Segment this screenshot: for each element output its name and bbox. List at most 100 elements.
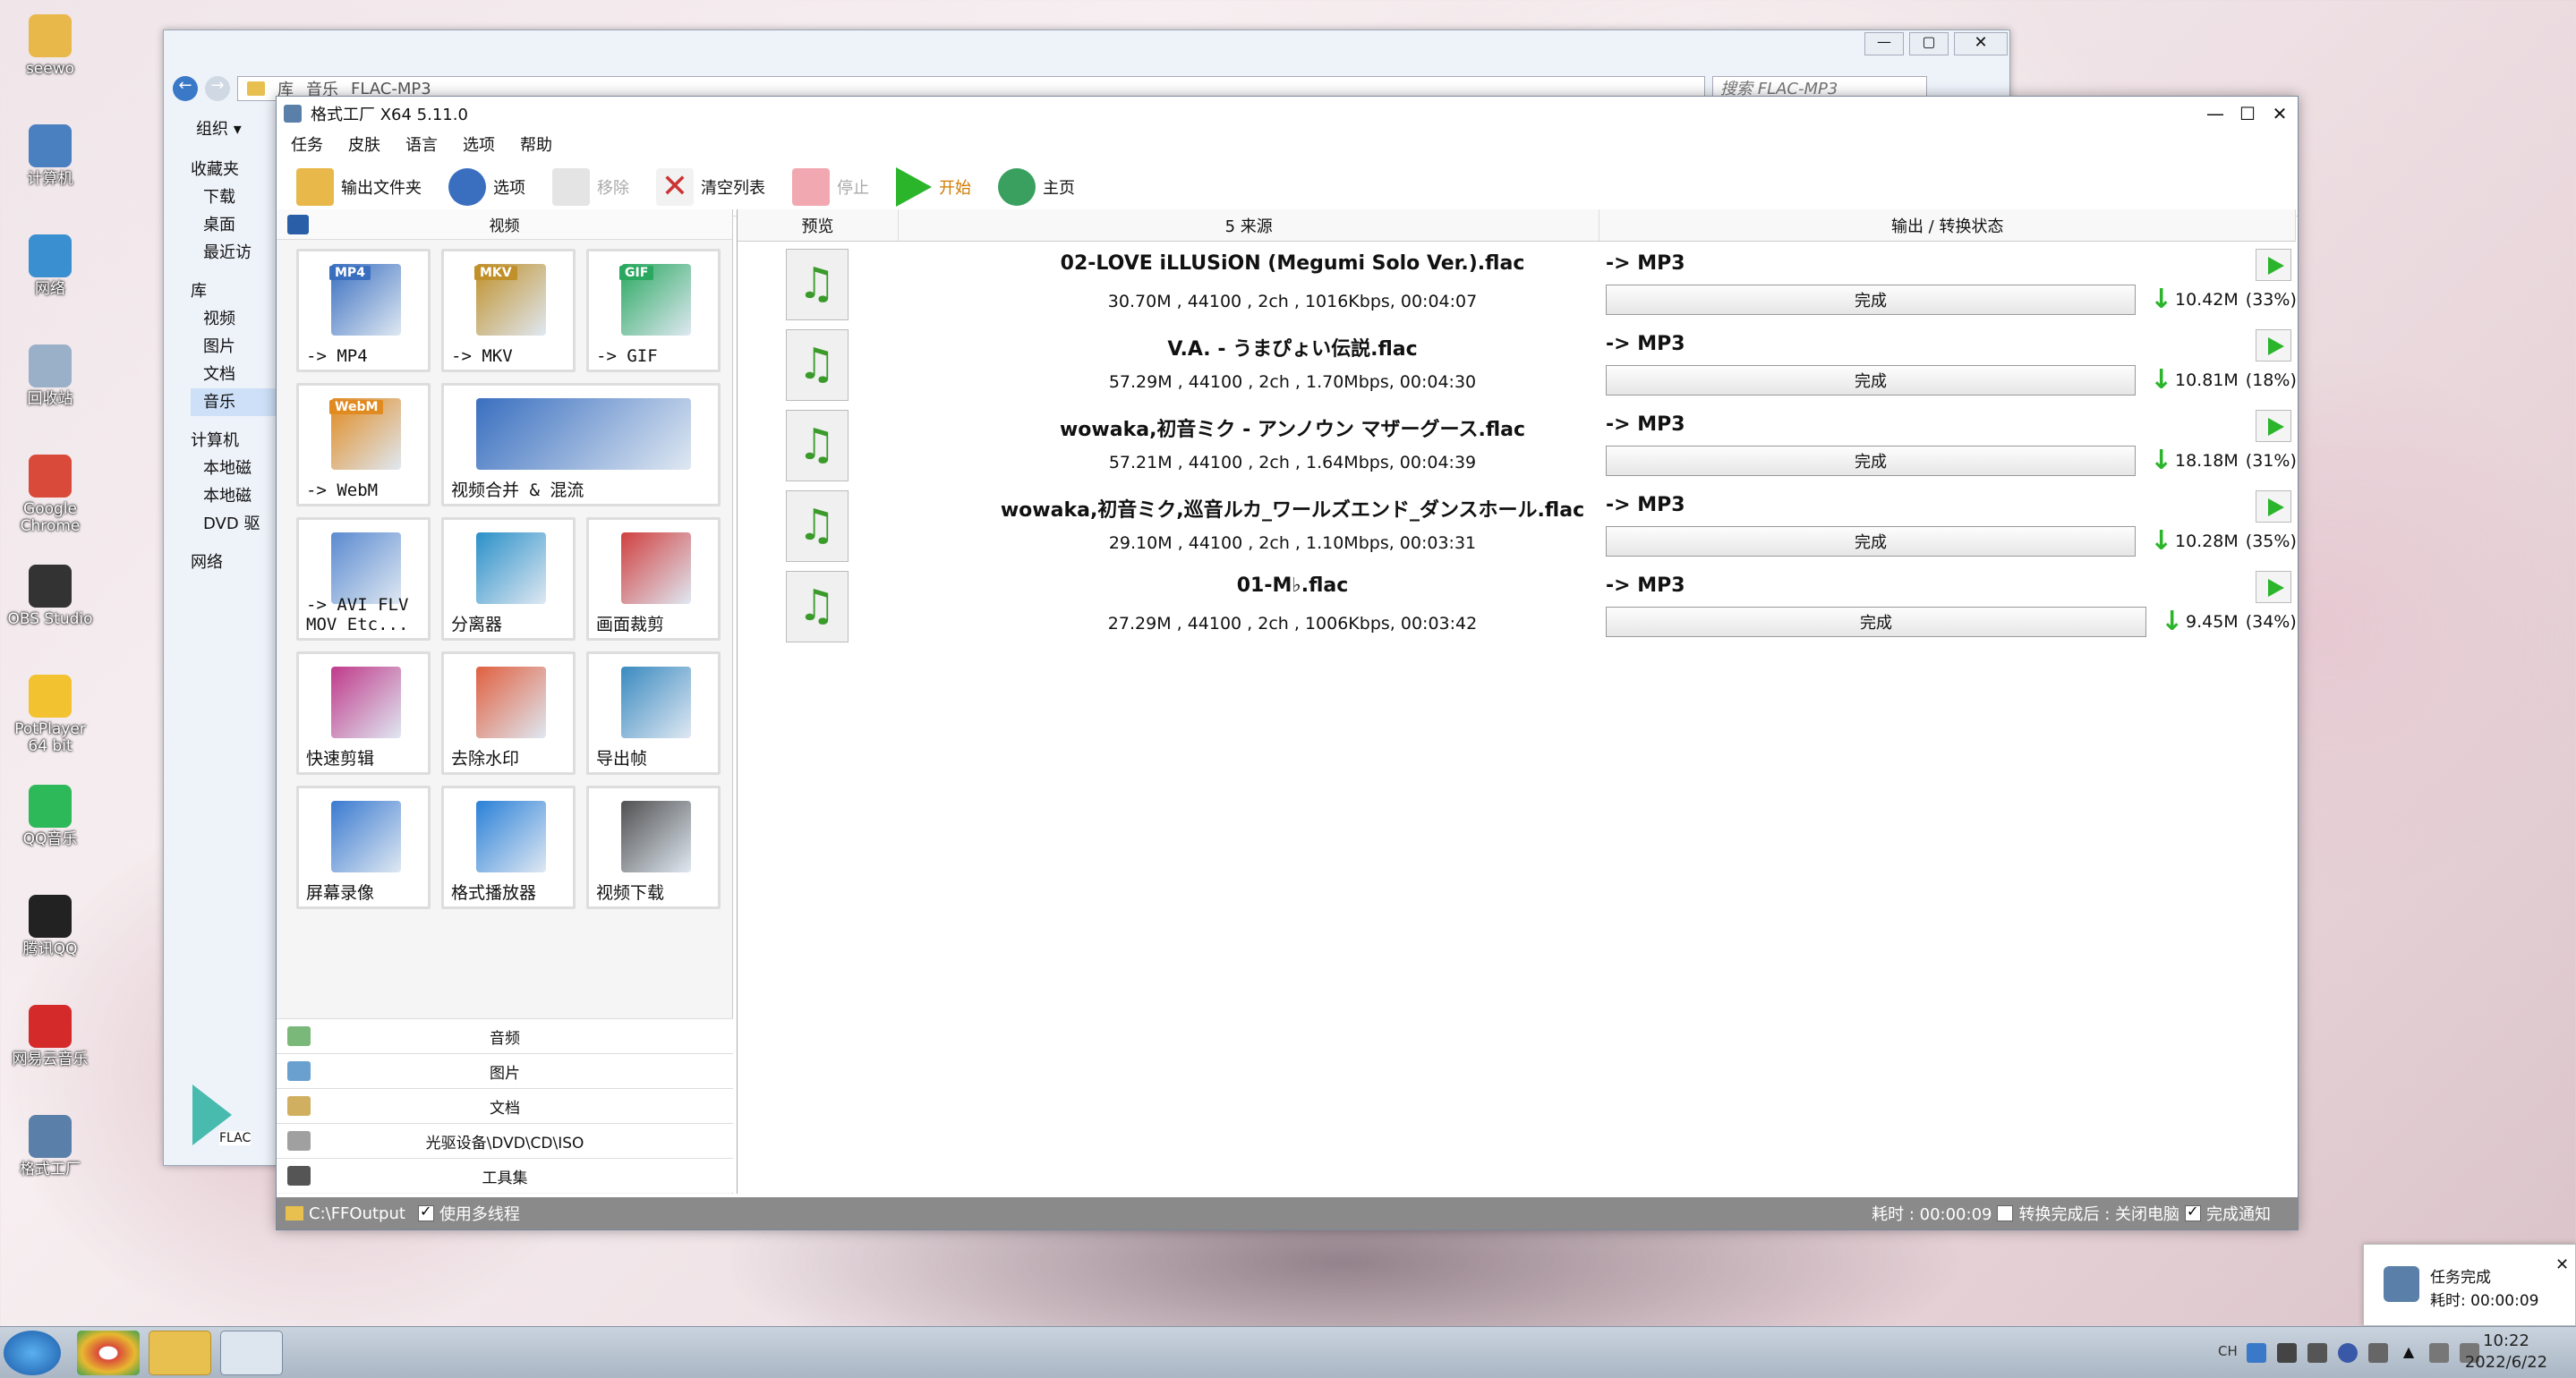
nav-item[interactable]: 计算机: [191, 427, 280, 455]
table-row[interactable]: wowaka,初音ミク,巡音ルカ_ワールズエンド_ダンスホール.flac 29.1…: [738, 487, 2297, 567]
close-icon[interactable]: ✕: [2555, 1255, 2569, 1274]
menu-item[interactable]: 任务: [291, 132, 323, 156]
output-path[interactable]: C:\FFOutput: [309, 1204, 405, 1223]
desktop-icon[interactable]: 格式工厂: [5, 1115, 95, 1178]
close-button[interactable]: ✕: [1954, 32, 2008, 55]
desktop-icon[interactable]: Google Chrome: [5, 455, 95, 535]
tile-5[interactable]: -> AVI FLV MOV Etc...: [296, 517, 431, 641]
table-row[interactable]: V.A. - うまぴょい伝説.flac 57.29M , 44100 , 2ch …: [738, 326, 2297, 406]
tile-9[interactable]: 去除水印: [441, 651, 576, 775]
maximize-button[interactable]: ▢: [1909, 32, 1949, 55]
clock[interactable]: 10:22 2022/6/22: [2452, 1331, 2560, 1374]
tile-label: 视频下载: [596, 883, 665, 903]
start-button[interactable]: [4, 1331, 61, 1375]
desktop-icon[interactable]: 网络: [5, 234, 95, 298]
video-section-header[interactable]: 视频: [277, 209, 732, 240]
tile-0[interactable]: MP4 -> MP4: [296, 249, 431, 372]
desktop-icon[interactable]: OBS Studio: [5, 565, 95, 628]
help-icon[interactable]: [2338, 1343, 2358, 1363]
tile-8[interactable]: 快速剪辑: [296, 651, 431, 775]
nav-item[interactable]: 本地磁: [191, 455, 280, 482]
play-button[interactable]: [2256, 571, 2291, 603]
maximize-button[interactable]: ☐: [2230, 97, 2265, 131]
table-row[interactable]: wowaka,初音ミク - アンノウン マザーグース.flac 57.21M , …: [738, 406, 2297, 487]
desktop-icon[interactable]: seewo: [5, 14, 95, 78]
settings-icon[interactable]: [2368, 1343, 2388, 1363]
play-button[interactable]: [2256, 329, 2291, 362]
category-item[interactable]: 光驱设备\DVD\CD\ISO: [277, 1123, 733, 1158]
chevron-up-icon[interactable]: ▲: [2399, 1343, 2418, 1363]
tile-10[interactable]: 导出帧: [586, 651, 721, 775]
desktop-icon[interactable]: 回收站: [5, 344, 95, 408]
play-button[interactable]: [2256, 249, 2291, 281]
remove-button[interactable]: 移除: [542, 163, 640, 211]
options-button[interactable]: 选项: [438, 163, 536, 211]
tile-1[interactable]: MKV -> MKV: [441, 249, 576, 372]
tile-7[interactable]: 画面裁剪: [586, 517, 721, 641]
forward-button[interactable]: →: [205, 76, 230, 101]
search-icon[interactable]: [2247, 1343, 2266, 1363]
close-button[interactable]: ✕: [2262, 97, 2298, 131]
tile-11[interactable]: 屏幕录像: [296, 786, 431, 909]
play-button[interactable]: [2256, 490, 2291, 523]
play-button[interactable]: [2256, 410, 2291, 442]
header-source[interactable]: 5 来源: [899, 209, 1600, 241]
lang-indicator[interactable]: CH: [2218, 1343, 2238, 1359]
ime-icon[interactable]: [2277, 1343, 2297, 1363]
table-row[interactable]: 01-M♭.flac 27.29M , 44100 , 2ch , 1006Kbp…: [738, 567, 2297, 648]
shutdown-checkbox[interactable]: [1997, 1205, 2014, 1221]
desktop-icon[interactable]: PotPlayer 64 bit: [5, 675, 95, 755]
nav-item[interactable]: 图片: [191, 333, 280, 361]
tile-12[interactable]: 格式播放器: [441, 786, 576, 909]
nav-item[interactable]: 下载: [191, 183, 280, 211]
nav-item[interactable]: 文档: [191, 361, 280, 388]
desktop-icon[interactable]: 计算机: [5, 124, 95, 188]
tile-13[interactable]: 视频下载: [586, 786, 721, 909]
stop-button[interactable]: 停止: [781, 163, 880, 211]
chrome-taskbar-icon[interactable]: [77, 1331, 140, 1375]
nav-item[interactable]: 桌面: [191, 211, 280, 239]
explorer-taskbar-icon[interactable]: [149, 1331, 211, 1375]
header-preview[interactable]: 预览: [738, 209, 899, 241]
back-button[interactable]: ←: [173, 76, 198, 101]
nav-item[interactable]: 网络: [191, 549, 280, 576]
table-row[interactable]: 02-LOVE iLLUSiON (Megumi Solo Ver.).flac…: [738, 245, 2297, 326]
header-output[interactable]: 输出 / 转换状态: [1599, 209, 2296, 241]
display-icon[interactable]: [2429, 1343, 2449, 1363]
menu-item[interactable]: 选项: [463, 132, 495, 156]
tile-4[interactable]: 视频合并 & 混流: [441, 383, 721, 506]
multithread-checkbox[interactable]: [417, 1203, 434, 1221]
category-item[interactable]: 音频: [277, 1018, 733, 1053]
minimize-button[interactable]: —: [2197, 97, 2233, 131]
menu-item[interactable]: 皮肤: [348, 132, 380, 156]
desktop-icon[interactable]: 腾讯QQ: [5, 895, 95, 958]
clear-list-button[interactable]: ✕ 清空列表: [645, 163, 776, 211]
notify-checkbox[interactable]: [2185, 1203, 2201, 1221]
menu-item[interactable]: 语言: [405, 132, 438, 156]
nav-item[interactable]: 收藏夹: [191, 156, 280, 183]
nav-item[interactable]: 本地磁: [191, 482, 280, 510]
category-item[interactable]: 工具集: [277, 1158, 733, 1193]
menu-item[interactable]: 帮助: [520, 132, 552, 156]
start-button[interactable]: 开始: [885, 163, 982, 211]
notification-toast[interactable]: 任务完成 耗时: 00:00:09 ✕: [2363, 1244, 2576, 1326]
category-item[interactable]: 文档: [277, 1088, 733, 1123]
tile-2[interactable]: GIF -> GIF: [586, 249, 721, 372]
nav-item[interactable]: DVD 驱: [191, 510, 280, 538]
category-item[interactable]: 图片: [277, 1053, 733, 1088]
organize-button[interactable]: 组织 ▾: [196, 116, 242, 140]
nav-item[interactable]: 音乐: [191, 388, 280, 416]
nav-item[interactable]: 视频: [191, 305, 280, 333]
nav-item[interactable]: 库: [191, 277, 280, 305]
format-factory-window[interactable]: 格式工厂 X64 5.11.0 — ☐ ✕ 任务 皮肤 语言 选项 帮助 输出文件夹 选…: [276, 96, 2299, 1230]
nav-item[interactable]: 最近访: [191, 239, 280, 267]
tile-6[interactable]: 分离器: [441, 517, 576, 641]
format-factory-taskbar-icon[interactable]: [220, 1331, 283, 1375]
home-button[interactable]: 主页: [987, 163, 1086, 211]
desktop-icon[interactable]: QQ音乐: [5, 785, 95, 848]
network-icon[interactable]: [2307, 1343, 2327, 1363]
output-folder-button[interactable]: 输出文件夹: [286, 163, 432, 211]
tile-3[interactable]: WebM -> WebM: [296, 383, 431, 506]
minimize-button[interactable]: —: [1864, 32, 1904, 55]
desktop-icon[interactable]: 网易云音乐: [5, 1005, 95, 1068]
